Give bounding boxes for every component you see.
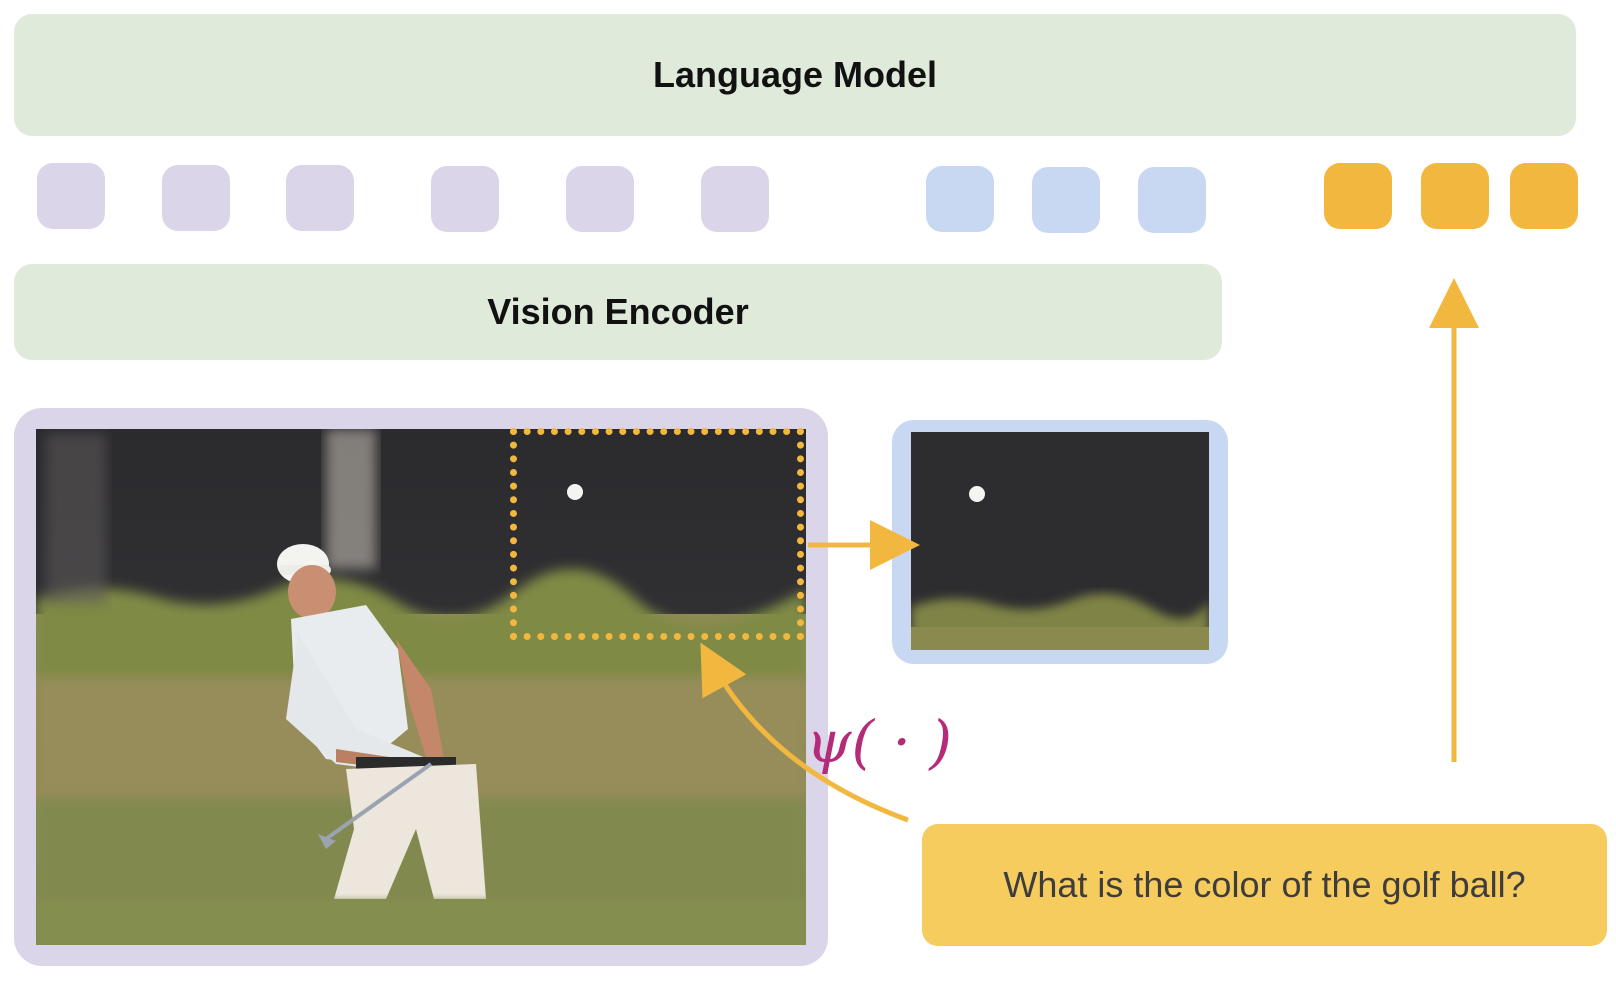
crop-function-label: ψ( · ) bbox=[806, 708, 953, 776]
question-box: What is the color of the golf ball? bbox=[922, 824, 1607, 946]
question-text: What is the color of the golf ball? bbox=[1003, 864, 1526, 905]
